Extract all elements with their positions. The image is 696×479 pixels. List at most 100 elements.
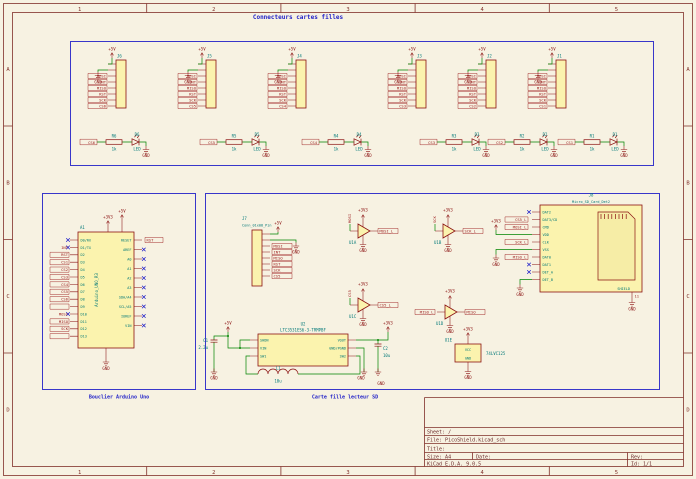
j7-value: Conn_01x08_Pin [242, 224, 272, 228]
frame-col: 3 [346, 470, 349, 476]
gnd-label: GND [142, 153, 150, 158]
frame-col: 1 [78, 470, 81, 476]
buffer-gate-u1b[interactable]: SCK SCK_L U1B +3V3 GND [432, 208, 483, 254]
resistor-value: 1k [334, 147, 339, 152]
connectors-title: Connecteurs cartes filles [253, 14, 344, 21]
led-circuit-d2[interactable]: CS2 R2 1k D2 LED GND [488, 132, 558, 158]
gnd-label: GND [359, 248, 367, 253]
output-net-label: SCK_L [465, 229, 477, 234]
net-label-cs5l: CS5_L [515, 217, 527, 222]
pwr-5v-label: +5V [274, 221, 282, 226]
ref-label: J1 [557, 54, 562, 59]
j8-value: Micro_SD_Card_Det2 [572, 200, 610, 204]
gnd-symbol [103, 359, 109, 366]
frame-col: 1 [78, 7, 81, 13]
net-label-sckl: SCK_L [515, 240, 527, 245]
resistor-value: 1k [452, 147, 457, 152]
arduino-shield[interactable]: A1 Arduino_UNO_R3 D0/RXD1/TXD2D3D4D5D6D7… [50, 209, 163, 372]
gnd-label: GND [464, 375, 472, 380]
resistor-ref: R2 [520, 134, 525, 139]
l1-ref: L1 [276, 366, 281, 371]
sd-card-socket-j8[interactable]: J8 Micro_SD_Card_Det2 DAT2DAT3/CDCMDVDDC… [491, 193, 642, 312]
no-connect-icon [142, 276, 146, 280]
power-unit-u1e[interactable]: VCC GND U1E 74LVC125 +3V3 GND [445, 327, 506, 381]
ref-label: J5 [207, 54, 212, 59]
input-net-label: CS5 [347, 290, 352, 297]
net-label-misol: MISO_L [513, 255, 527, 260]
no-connect-icon [142, 314, 146, 318]
gnd-label: GND [102, 366, 110, 371]
daughter-connector-j2[interactable]: +5V GND J2 MOSIINTMISORSTSCKCS2 [458, 47, 496, 109]
buffer-gate-u1d[interactable]: MISO_L MISO U1D +3V3 GND [415, 289, 485, 335]
daughter-connector-j4[interactable]: +5V GND J4 MOSIINTMISORSTSCKCS4 [268, 47, 306, 109]
schematic-sheet: 1 2 3 4 5 1 2 3 4 5 A B C D A B C D Shee… [0, 0, 696, 479]
j8-net-label-boxes [505, 217, 528, 260]
led-ref: D2 [543, 132, 548, 137]
led-circuit-d6[interactable]: CS6 R6 1k D6 LED GND [80, 132, 150, 158]
led-circuit-d1[interactable]: CS1 R1 1k D1 LED GND [558, 132, 628, 158]
no-connect-icon [142, 286, 146, 290]
title-block: Sheet: / File: PicoShield.kicad_sch Titl… [425, 398, 684, 468]
led-circuit-d5[interactable]: CS5 R5 1k D5 LED GND [200, 132, 270, 158]
power-flag-label: +5V [288, 47, 296, 52]
tb-file: File: PicoShield.kicad_sch [427, 438, 505, 444]
pwr-label: +3V3 [445, 289, 455, 294]
led-circuit-d3[interactable]: CS3 R3 1k D3 LED GND [420, 132, 490, 158]
power-flag-label: +5V [408, 47, 416, 52]
j7-pins [262, 234, 270, 276]
connector-j7[interactable]: J7 Conn_01x08_Pin MOSIINTMISORSTSCKCS5 +… [242, 216, 300, 286]
u1e-vcc-pin: VCC [465, 348, 471, 352]
frame-col: 4 [481, 470, 485, 476]
tb-sheet: Sheet: / [427, 430, 451, 436]
schematic-canvas[interactable]: 1 2 3 4 5 1 2 3 4 5 A B C D A B C D Shee… [0, 0, 696, 479]
j8-ref: J8 [589, 193, 594, 198]
buffer-gate-u1a[interactable]: MOSI MOSI_L U1A +3V3 GND [347, 208, 398, 254]
junction [227, 335, 229, 337]
c1-value: 2.2u [198, 345, 208, 350]
gnd-label: GND [444, 248, 452, 253]
daughter-connector-j5[interactable]: +5V GND J5 MOSIINTMISORSTSCKCS5 [178, 47, 216, 109]
daughter-connector-j6[interactable]: +5V GND J6 MOSIINTMISORSTSCKCS6 [88, 47, 126, 109]
led-value: LED [473, 147, 481, 152]
tb-title: Title: [427, 447, 445, 453]
led-circuit-d4[interactable]: CS4 R4 1k D4 LED GND [302, 132, 372, 158]
regulator-u2[interactable]: U2 LTC3531ES6-3-TRMPBF SHDNVINSW1 VOUTGN… [198, 321, 393, 387]
ref-label: J4 [297, 54, 302, 59]
no-connect-icon [142, 248, 146, 252]
ref-label: J2 [487, 54, 492, 59]
input-net-label: MOSI [347, 214, 352, 223]
pwr-3v3-flag [495, 225, 498, 230]
gnd-symbol [629, 299, 635, 306]
resistor-ref: R5 [232, 134, 237, 139]
u1e-ref: U1E [445, 338, 453, 343]
j7-body [252, 230, 262, 286]
tb-size: Size: A4 [427, 454, 451, 460]
junction [239, 347, 241, 349]
gnd-label: GND [628, 307, 636, 312]
no-connect-icon [142, 324, 146, 328]
gnd-label: GND [262, 153, 270, 158]
daughter-connector-j1[interactable]: +5V GND J1 MOSIINTMISORSTSCKCS1 [528, 47, 566, 109]
frame-col: 2 [212, 470, 215, 476]
arduino-ref: A1 [80, 225, 85, 230]
frame-row: D [686, 408, 689, 414]
pwr-3v3-label: +3V3 [103, 215, 113, 220]
power-flag-label: +5V [108, 47, 116, 52]
resistor-value: 1k [590, 147, 595, 152]
junction [377, 339, 379, 341]
pwr-label: +3V3 [358, 282, 368, 287]
led-ref: D3 [475, 132, 480, 137]
arduino-left-net-labels: INTRSTCS1CS2CS3CS4CS5CS6 MOSIMISOSCK [59, 245, 69, 331]
net-labels: MOSIINTMISORSTSCKCS2 [467, 74, 477, 109]
frame-row: C [686, 294, 689, 300]
j8-shield-number: 11 [635, 294, 640, 299]
capacitor-c2 [375, 344, 382, 346]
j7-wires [270, 232, 296, 243]
pwr-label: +3V3 [443, 208, 453, 213]
frame-row: B [686, 181, 690, 187]
arduino-right-pins [134, 240, 142, 326]
led-ref: D1 [613, 132, 618, 137]
tb-kicad: KiCad E.D.A. 9.0.5 [427, 461, 481, 467]
daughter-connector-j3[interactable]: +5V GND J3 MOSIINTMISORSTSCKCS3 [388, 47, 426, 109]
pwr-3v3-label: +3V3 [463, 327, 473, 332]
